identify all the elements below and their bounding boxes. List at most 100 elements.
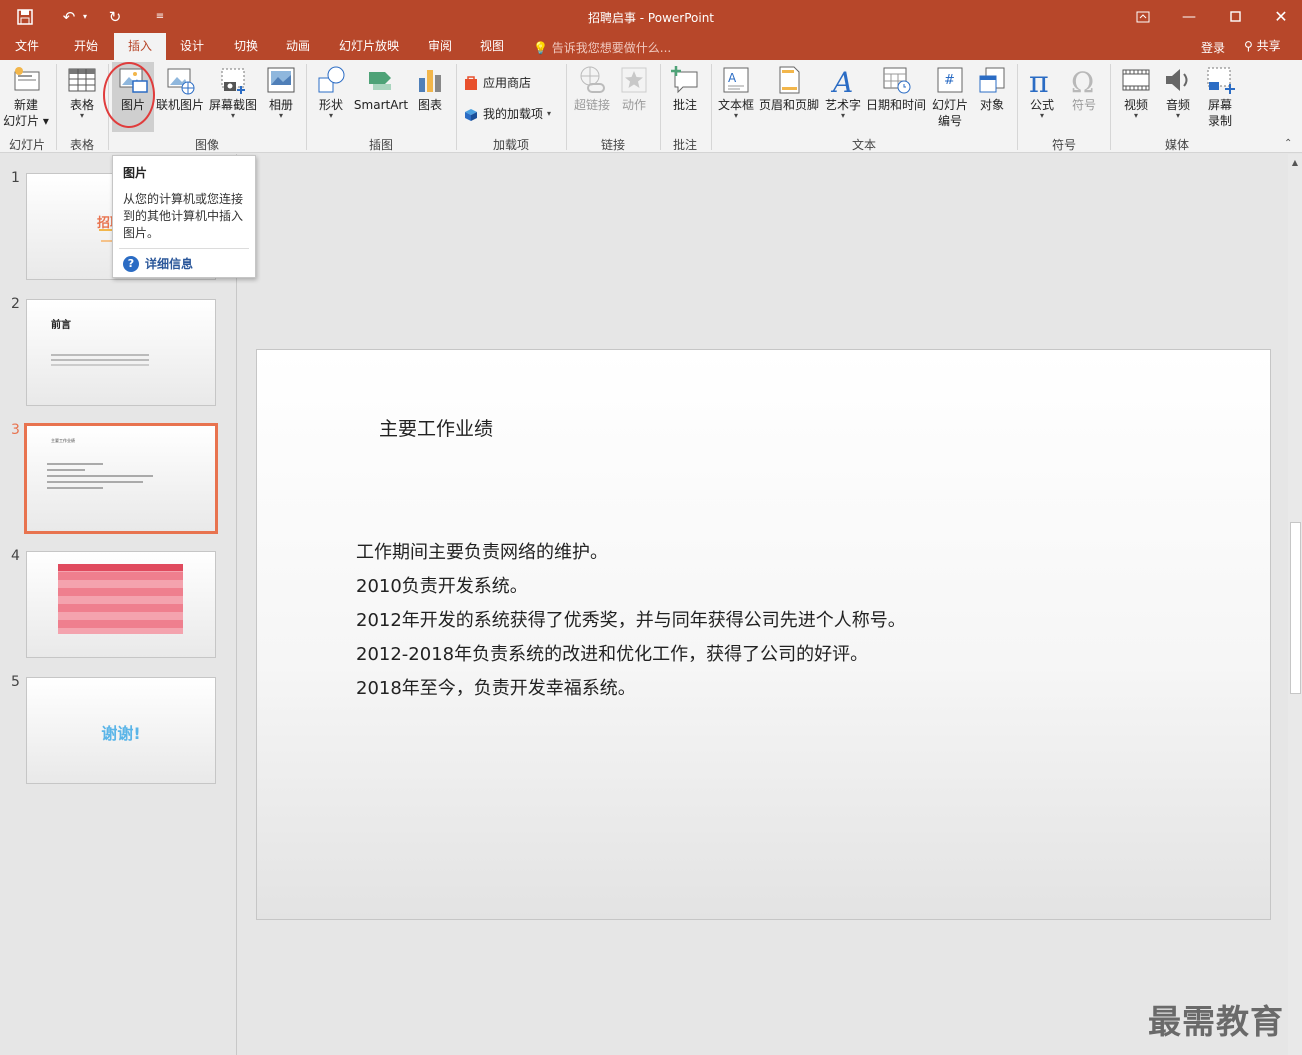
screen-record-button[interactable]: 屏幕 录制 — [1200, 64, 1240, 128]
slide-thumbnail-pane: 1 招聘 2 前言 3 主要工作业绩 4 5 谢谢! — [0, 154, 237, 1055]
textbox-button[interactable]: A 文本框 ▾ — [716, 64, 756, 120]
group-label-addins: 加载项 — [492, 138, 529, 152]
object-button[interactable]: 对象 — [972, 64, 1012, 112]
scroll-up-icon[interactable]: ▲ — [1290, 158, 1300, 167]
wordart-button[interactable]: A 艺术字 ▾ — [823, 64, 863, 120]
addins-icon — [465, 108, 477, 121]
vertical-scrollbar[interactable]: ▲ — [1288, 154, 1302, 1055]
album-icon — [267, 67, 295, 93]
tooltip-more-info-link[interactable]: ? 详细信息 — [123, 255, 245, 272]
screenshot-button[interactable]: 屏幕截图 ▾ — [207, 64, 259, 120]
svg-text:π: π — [1029, 65, 1049, 96]
screenshot-icon — [221, 68, 245, 94]
tab-animations[interactable]: 动画 — [272, 33, 324, 60]
highlight-circle — [103, 62, 155, 128]
group-label-text: 文本 — [851, 138, 876, 152]
calendar-clock-icon — [883, 67, 911, 94]
svg-text:A: A — [728, 71, 737, 85]
svg-text:#: # — [944, 73, 955, 88]
title-bar: ↶ ▾ ↻ ≡ 招聘启事 - PowerPoint — ✕ — [0, 0, 1302, 33]
group-label-media: 媒体 — [1164, 138, 1189, 152]
slide-thumbnail-2[interactable]: 前言 — [26, 299, 216, 406]
thumb-number: 3 — [11, 422, 20, 438]
tab-home[interactable]: 开始 — [60, 33, 112, 60]
audio-button[interactable]: 音频 ▾ — [1158, 64, 1198, 120]
ribbon-tabs: 文件 开始 插入 设计 切换 动画 幻灯片放映 审阅 视图 💡 告诉我您想要做什… — [0, 33, 1302, 60]
close-icon[interactable]: ✕ — [1258, 0, 1302, 33]
new-slide-button[interactable]: 新建 幻灯片 ▾ — [3, 64, 49, 128]
symbol-button[interactable]: Ω 符号 — [1064, 64, 1104, 112]
help-icon: ? — [123, 255, 139, 272]
thumb-number: 4 — [11, 548, 20, 564]
hyperlink-button[interactable]: 超链接 — [571, 64, 613, 112]
slide-thumbnail-3-selected[interactable]: 主要工作业绩 — [24, 423, 218, 534]
thumb-number: 2 — [11, 296, 20, 312]
minimize-icon[interactable]: — — [1166, 0, 1212, 33]
comment-button[interactable]: 批注 — [664, 64, 706, 112]
mini-table — [58, 564, 183, 634]
hyperlink-icon — [580, 66, 605, 93]
save-icon[interactable] — [12, 0, 38, 33]
shapes-button[interactable]: 形状 ▾ — [311, 64, 351, 120]
lightbulb-icon: 💡 — [533, 41, 548, 55]
video-button[interactable]: 视频 ▾ — [1116, 64, 1156, 120]
action-star-icon — [621, 67, 647, 93]
picture-tooltip: 图片 从您的计算机或您连接到的其他计算机中插入图片。 ? 详细信息 — [112, 155, 256, 278]
omega-icon: Ω — [1071, 66, 1094, 96]
slide-line: 2012年开发的系统获得了优秀奖，并与同年获得公司先进个人称号。 — [356, 610, 906, 631]
tab-slideshow[interactable]: 幻灯片放映 — [329, 33, 409, 60]
slide-body[interactable]: 工作期间主要负责网络的维护。 2010负责开发系统。 2012年开发的系统获得了… — [356, 536, 906, 706]
my-addins-button[interactable]: 我的加载项 ▾ — [463, 105, 551, 122]
slide-number-button[interactable]: # 幻灯片 编号 — [930, 64, 970, 128]
slide-line: 2010负责开发系统。 — [356, 576, 528, 597]
smartart-button[interactable]: SmartArt — [353, 64, 409, 112]
table-icon — [68, 68, 96, 92]
group-label-images: 图像 — [194, 138, 219, 152]
ribbon: 新建 幻灯片 ▾ 幻灯片 表格 ▾ 表格 图片 联机图片 屏幕截图 ▾ 相册 ▾… — [0, 60, 1302, 153]
tab-file[interactable]: 文件 — [0, 33, 54, 60]
tell-me-box[interactable]: 💡 告诉我您想要做什么... — [533, 39, 671, 56]
app-store-button[interactable]: 应用商店 — [463, 74, 531, 91]
tab-view[interactable]: 视图 — [466, 33, 518, 60]
tab-design[interactable]: 设计 — [166, 33, 218, 60]
album-button[interactable]: 相册 ▾ — [262, 64, 300, 120]
equation-button[interactable]: π 公式 ▾ — [1022, 64, 1062, 120]
scrollbar-thumb[interactable] — [1290, 522, 1301, 694]
screen-record-icon — [1207, 67, 1235, 94]
maximize-icon[interactable] — [1212, 0, 1258, 33]
thumb-number: 1 — [11, 170, 20, 186]
customize-qat-icon[interactable]: ≡ — [147, 0, 173, 33]
ribbon-display-options-icon[interactable] — [1120, 0, 1166, 33]
new-slide-icon — [14, 67, 40, 91]
current-slide[interactable]: 主要工作业绩 工作期间主要负责网络的维护。 2010负责开发系统。 2012年开… — [256, 349, 1271, 920]
group-label-comments: 批注 — [672, 138, 697, 152]
svg-text:Ω: Ω — [1071, 66, 1094, 96]
datetime-button[interactable]: 日期和时间 — [864, 64, 928, 112]
textbox-icon: A — [723, 67, 749, 93]
table-button[interactable]: 表格 ▾ — [62, 64, 102, 120]
group-label-slides: 幻灯片 — [8, 138, 45, 152]
action-button[interactable]: 动作 — [615, 64, 653, 112]
slide-thumbnail-5[interactable]: 谢谢! — [26, 677, 216, 784]
header-footer-button[interactable]: 页眉和页脚 — [757, 64, 821, 112]
group-label-symbols: 符号 — [1051, 138, 1076, 152]
tab-insert[interactable]: 插入 — [114, 33, 166, 60]
slide-title[interactable]: 主要工作业绩 — [379, 414, 493, 441]
tooltip-description: 从您的计算机或您连接到的其他计算机中插入图片。 — [123, 192, 244, 240]
tell-me-text: 告诉我您想要做什么... — [551, 41, 672, 55]
login-link[interactable]: 登录 — [1201, 39, 1225, 56]
redo-icon[interactable]: ↻ — [102, 0, 128, 33]
online-picture-icon — [167, 68, 195, 95]
speaker-icon — [1166, 69, 1188, 91]
undo-dropdown-icon[interactable]: ▾ — [78, 0, 92, 33]
group-label-links: 链接 — [600, 138, 625, 152]
watermark: 最需教育 — [1148, 1002, 1284, 1041]
share-button[interactable]: ⚲ 共享 — [1240, 36, 1285, 57]
tab-review[interactable]: 审阅 — [414, 33, 466, 60]
group-label-tables: 表格 — [69, 138, 94, 152]
slide-thumbnail-4[interactable] — [26, 551, 216, 658]
chart-button[interactable]: 图表 — [410, 64, 450, 112]
tab-transitions[interactable]: 切换 — [220, 33, 272, 60]
collapse-ribbon-icon[interactable]: ⌃ — [1284, 138, 1292, 149]
online-picture-button[interactable]: 联机图片 — [155, 64, 205, 112]
